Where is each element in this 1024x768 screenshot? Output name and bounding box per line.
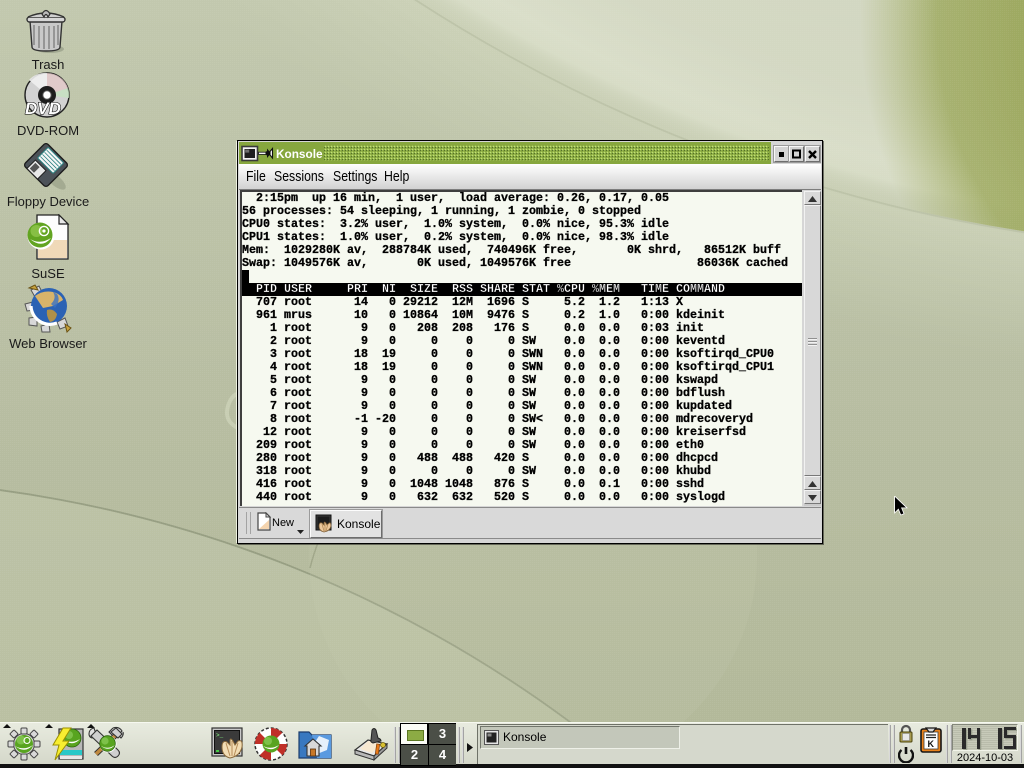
- svg-text:DVD: DVD: [25, 99, 61, 118]
- svg-text:>_: >_: [216, 732, 224, 739]
- svg-text:K: K: [928, 739, 935, 749]
